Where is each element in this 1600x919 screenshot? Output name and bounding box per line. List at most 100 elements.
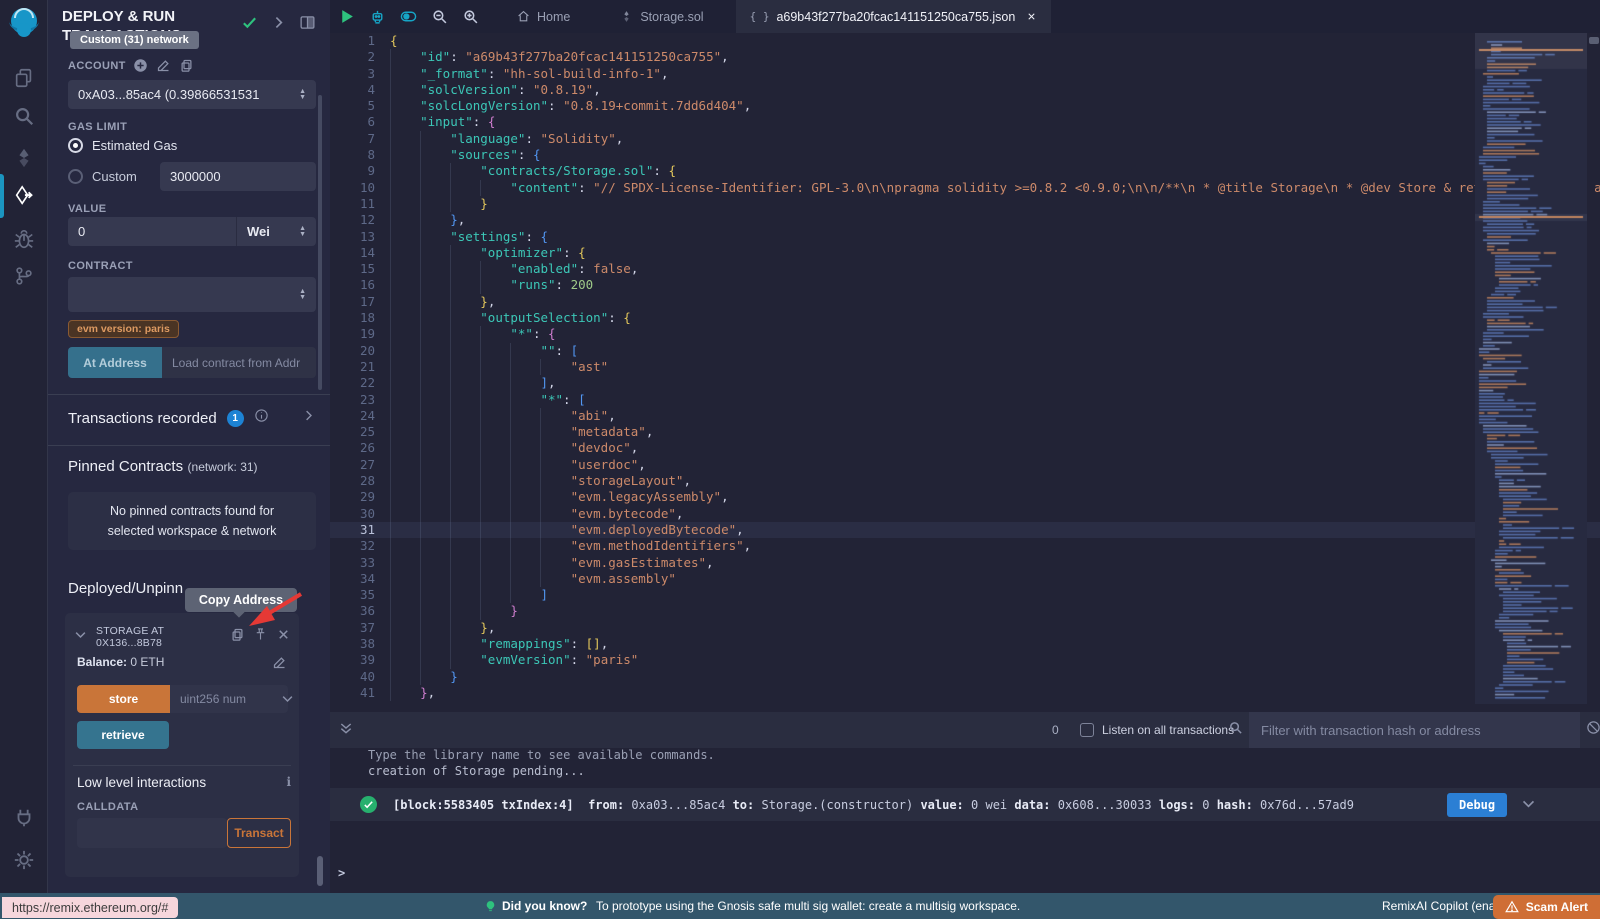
account-select[interactable]: 0xA03...85ac4 (0.39866531531 ▲▼ <box>68 80 316 109</box>
code-line[interactable]: 21 "ast" <box>330 359 1600 375</box>
code-line[interactable]: 26 "devdoc", <box>330 440 1600 456</box>
debugger-icon[interactable] <box>0 222 48 258</box>
code-line[interactable]: 13 "settings": { <box>330 229 1600 245</box>
terminal[interactable]: Type the library name to see available c… <box>330 748 1600 893</box>
code-line[interactable]: 17 }, <box>330 294 1600 310</box>
code-line[interactable]: 36 } <box>330 603 1600 619</box>
calldata-input[interactable] <box>77 818 227 848</box>
code-line[interactable]: 10 "content": "// SPDX-License-Identifie… <box>330 180 1600 196</box>
code-line[interactable]: 19 "*": { <box>330 326 1600 342</box>
expand-store-icon[interactable] <box>280 691 295 711</box>
code-line[interactable]: 38 "remappings": [], <box>330 636 1600 652</box>
search-icon[interactable] <box>1228 720 1243 740</box>
copy-account-icon[interactable] <box>179 58 194 78</box>
settings-gear-icon[interactable] <box>0 842 48 878</box>
remixai-robot-icon[interactable] <box>369 8 386 25</box>
estimated-gas-radio[interactable] <box>68 138 83 153</box>
zoom-out-icon[interactable] <box>431 8 448 25</box>
editor-scrollbar-thumb[interactable] <box>1589 37 1599 44</box>
code-line[interactable]: 18 "outputSelection": { <box>330 310 1600 326</box>
stepper-icon[interactable]: ▲▼ <box>299 289 306 301</box>
info-icon[interactable] <box>254 408 269 428</box>
debug-button[interactable]: Debug <box>1447 793 1507 817</box>
code-line[interactable]: 3 "_format": "hh-sol-build-info-1", <box>330 66 1600 82</box>
clear-console-icon[interactable] <box>1586 720 1600 740</box>
edit-account-icon[interactable] <box>156 58 171 78</box>
code-line[interactable]: 35 ] <box>330 587 1600 603</box>
code-line[interactable]: 11 } <box>330 196 1600 212</box>
chevron-right-icon[interactable] <box>270 14 287 31</box>
code-line[interactable]: 27 "userdoc", <box>330 457 1600 473</box>
plugin-manager-icon[interactable] <box>0 800 48 836</box>
at-address-button[interactable]: At Address <box>68 347 162 378</box>
code-line[interactable]: 24 "abi", <box>330 408 1600 424</box>
code-line[interactable]: 30 "evm.bytecode", <box>330 506 1600 522</box>
code-line[interactable]: 20 "": [ <box>330 343 1600 359</box>
code-line[interactable]: 6 "input": { <box>330 114 1600 130</box>
code-line[interactable]: 5 "solcLongVersion": "0.8.19+commit.7dd6… <box>330 98 1600 114</box>
contract-instance-title[interactable]: STORAGE AT 0X136...8B78 <box>96 625 222 649</box>
code-line[interactable]: 22 ], <box>330 375 1600 391</box>
deploy-run-icon[interactable] <box>0 178 48 214</box>
listen-checkbox[interactable] <box>1080 723 1094 737</box>
code-line[interactable]: 31 "evm.deployedBytecode", <box>330 522 1600 538</box>
tab-home[interactable]: Home <box>503 0 584 33</box>
minimap[interactable] <box>1475 33 1587 704</box>
zoom-in-icon[interactable] <box>462 8 479 25</box>
code-line[interactable]: 23 "*": [ <box>330 392 1600 408</box>
code-line[interactable]: 8 "sources": { <box>330 147 1600 163</box>
code-line[interactable]: 7 "language": "Solidity", <box>330 131 1600 147</box>
terminal-prompt[interactable]: > <box>338 866 345 880</box>
code-line[interactable]: 14 "optimizer": { <box>330 245 1600 261</box>
tab-build-info-json[interactable]: { } a69b43f277ba20fcac141151250ca755.jso… <box>736 0 1052 33</box>
code-editor[interactable]: 1{2 "id": "a69b43f277ba20fcac141151250ca… <box>330 33 1600 712</box>
retrieve-button[interactable]: retrieve <box>77 721 169 749</box>
custom-gas-input[interactable]: 3000000 <box>160 162 316 191</box>
contract-select[interactable]: ▲▼ <box>68 277 316 312</box>
code-line[interactable]: 40 } <box>330 669 1600 685</box>
run-script-icon[interactable] <box>338 8 355 25</box>
custom-gas-radio[interactable] <box>68 169 83 184</box>
expand-tx-icon[interactable] <box>1520 795 1537 815</box>
panel-scrollbar[interactable] <box>318 95 322 390</box>
code-line[interactable]: 32 "evm.methodIdentifiers", <box>330 538 1600 554</box>
chevron-down-icon[interactable] <box>73 627 88 647</box>
code-line[interactable]: 39 "evmVersion": "paris" <box>330 652 1600 668</box>
code-line[interactable]: 16 "runs": 200 <box>330 277 1600 293</box>
store-button[interactable]: store <box>77 685 170 713</box>
code-line[interactable]: 34 "evm.assembly" <box>330 571 1600 587</box>
chevron-right-icon[interactable] <box>301 408 316 428</box>
collapse-terminal-icon[interactable] <box>338 720 354 741</box>
code-line[interactable]: 15 "enabled": false, <box>330 261 1600 277</box>
code-line[interactable]: 12 }, <box>330 212 1600 228</box>
store-arg-input[interactable]: uint256 num <box>170 685 288 713</box>
info-icon[interactable]: i <box>286 775 291 790</box>
code-line[interactable]: 1{ <box>330 33 1600 49</box>
file-explorer-icon[interactable] <box>0 60 48 96</box>
code-line[interactable]: 28 "storageLayout", <box>330 473 1600 489</box>
stepper-icon[interactable]: ▲▼ <box>299 89 306 101</box>
code-line[interactable]: 2 "id": "a69b43f277ba20fcac141151250ca75… <box>330 49 1600 65</box>
code-line[interactable]: 4 "solcVersion": "0.8.19", <box>330 82 1600 98</box>
search-icon[interactable] <box>0 98 48 134</box>
transaction-log-row[interactable]: [block:5583405 txIndex:4] from: 0xa03...… <box>330 788 1600 821</box>
load-contract-input[interactable]: Load contract from Addr <box>162 347 316 378</box>
code-line[interactable]: 9 "contracts/Storage.sol": { <box>330 163 1600 179</box>
panel-scrollbar-thumb[interactable] <box>317 856 323 886</box>
code-line[interactable]: 33 "evm.gasEstimates", <box>330 555 1600 571</box>
value-unit-select[interactable]: Wei ▲▼ <box>236 217 316 246</box>
copilot-toggle-icon[interactable] <box>400 8 417 25</box>
transact-button[interactable]: Transact <box>227 818 291 848</box>
solidity-compiler-icon[interactable] <box>0 140 48 176</box>
scam-alert-button[interactable]: Scam Alert <box>1493 895 1600 919</box>
stepper-icon[interactable]: ▲▼ <box>299 226 306 238</box>
code-line[interactable]: 25 "metadata", <box>330 424 1600 440</box>
code-line[interactable]: 29 "evm.legacyAssembly", <box>330 489 1600 505</box>
close-tab-icon[interactable] <box>1026 11 1037 22</box>
filter-input[interactable]: Filter with transaction hash or address <box>1249 712 1580 748</box>
edit-balance-icon[interactable] <box>272 655 287 673</box>
code-line[interactable]: 41 }, <box>330 685 1600 701</box>
code-line[interactable]: 37 }, <box>330 620 1600 636</box>
git-branch-icon[interactable] <box>0 258 48 294</box>
tab-storage-sol[interactable]: Storage.sol <box>606 0 717 33</box>
